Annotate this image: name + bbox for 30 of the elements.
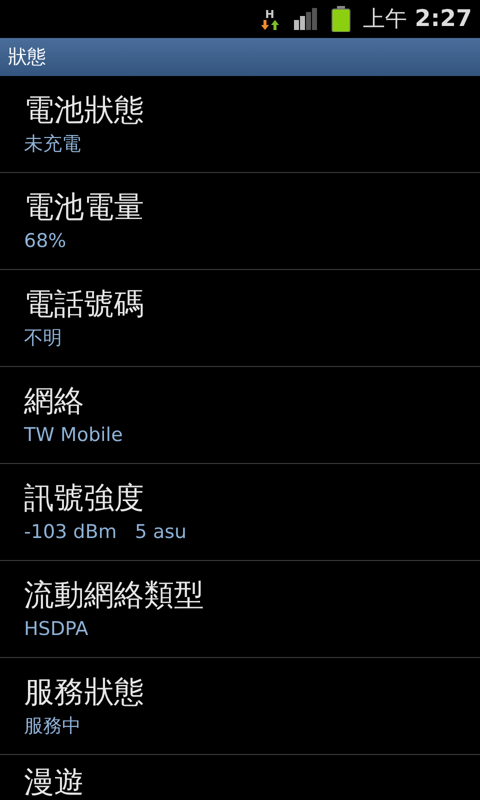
- settings-item[interactable]: 電池電量 68%: [0, 173, 480, 270]
- item-title: 流動網絡類型: [24, 577, 205, 615]
- battery-icon: [330, 6, 351, 32]
- item-title: 網絡: [24, 383, 85, 421]
- item-summary: 不明: [24, 326, 63, 351]
- item-title: 服務狀態: [24, 674, 145, 712]
- screen-title: 狀態: [8, 44, 46, 70]
- settings-item[interactable]: 網絡 TW Mobile: [0, 367, 480, 464]
- settings-item[interactable]: 服務狀態 服務中: [0, 658, 480, 755]
- item-summary: -103 dBm 5 asu: [24, 520, 188, 545]
- time-period: 上午: [362, 6, 407, 34]
- settings-item[interactable]: 電話號碼 不明: [0, 270, 480, 367]
- settings-item[interactable]: 訊號強度 -103 dBm 5 asu: [0, 464, 480, 561]
- item-summary: HSDPA: [24, 617, 90, 642]
- settings-item[interactable]: 漫遊: [0, 755, 480, 800]
- network-type-label: H: [265, 8, 274, 20]
- item-summary: TW Mobile: [24, 423, 124, 448]
- item-title: 電話號碼: [24, 286, 145, 324]
- item-title: 漫遊: [24, 767, 85, 799]
- data-activity-icon: [260, 20, 279, 30]
- item-summary: 68%: [24, 229, 68, 254]
- item-title: 電池電量: [24, 189, 145, 227]
- settings-item[interactable]: 電池狀態 未充電: [0, 76, 480, 173]
- item-title: 電池狀態: [24, 92, 145, 130]
- item-summary: 服務中: [24, 714, 82, 739]
- item-title: 訊號強度: [24, 480, 145, 518]
- clock: 2:27: [414, 4, 472, 34]
- signal-icon: [292, 8, 319, 30]
- item-summary: 未充電: [24, 132, 82, 157]
- settings-item[interactable]: 流動網絡類型 HSDPA: [0, 561, 480, 658]
